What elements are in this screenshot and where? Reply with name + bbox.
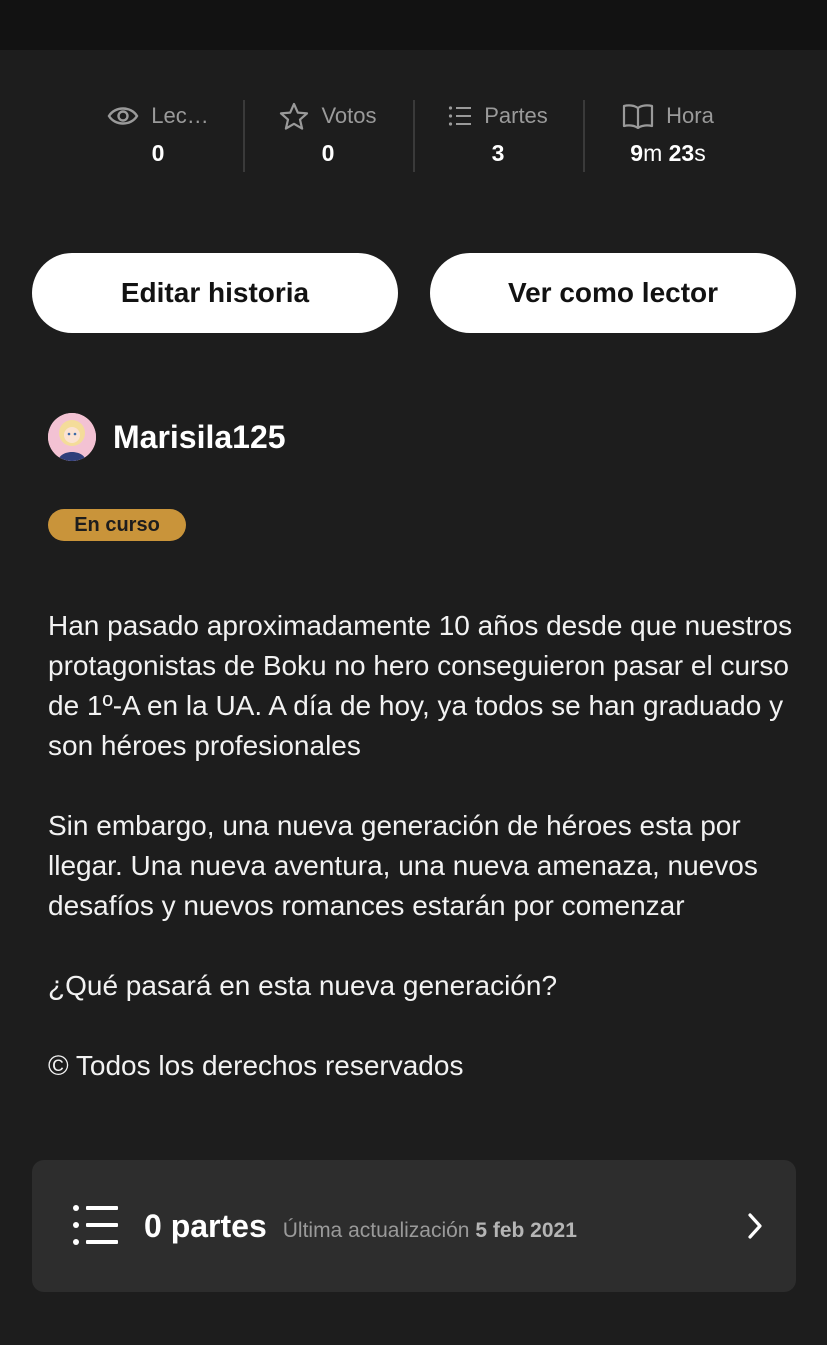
description-paragraph: Han pasado aproximadamente 10 años desde… (48, 610, 793, 761)
stat-parts-label: Partes (484, 103, 548, 128)
stat-votes-label: Votos (321, 103, 377, 128)
stat-reading-time-label: Hora (666, 103, 714, 128)
book-icon (622, 103, 654, 129)
description-paragraph: © Todos los derechos reservados (48, 1050, 464, 1081)
list-icon (448, 105, 472, 127)
parts-count: 0 partes (144, 1208, 267, 1244)
stat-reads-value: 0 (151, 140, 165, 166)
chevron-right-icon[interactable] (746, 1212, 764, 1245)
stat-votes-value: 0 (321, 140, 335, 166)
story-description: Han pasado aproximadamente 10 años desde… (48, 606, 798, 1126)
avatar[interactable] (48, 413, 96, 461)
eye-icon (107, 104, 139, 128)
edit-story-button[interactable]: Editar historia (32, 253, 398, 333)
description-paragraph: Sin embargo, una nueva generación de hér… (48, 810, 758, 921)
story-stats: Lec… 0 Votos 0 Partes 3 Hora 9m 23s (73, 96, 753, 176)
stat-reading-time-value: 9m 23s (630, 140, 706, 166)
author-row[interactable]: Marisila125 (48, 412, 286, 462)
author-name[interactable]: Marisila125 (113, 419, 286, 456)
stat-parts: Partes 3 (413, 96, 583, 176)
stat-reading-time: Hora 9m 23s (583, 96, 753, 176)
table-of-contents-icon (72, 1204, 118, 1251)
status-badge: En curso (48, 509, 186, 541)
description-paragraph: ¿Qué pasará en esta nueva generación? (48, 970, 558, 1001)
parts-card[interactable]: 0 partes Última actualización 5 feb 2021 (32, 1160, 796, 1292)
stat-reads: Lec… 0 (73, 96, 243, 176)
star-icon (279, 102, 309, 130)
stat-votes: Votos 0 (243, 96, 413, 176)
stat-reads-label: Lec… (151, 103, 209, 128)
stat-parts-value: 3 (491, 140, 505, 166)
status-bar (0, 0, 827, 50)
last-updated: Última actualización 5 feb 2021 (282, 1219, 577, 1242)
view-as-reader-button[interactable]: Ver como lector (430, 253, 796, 333)
